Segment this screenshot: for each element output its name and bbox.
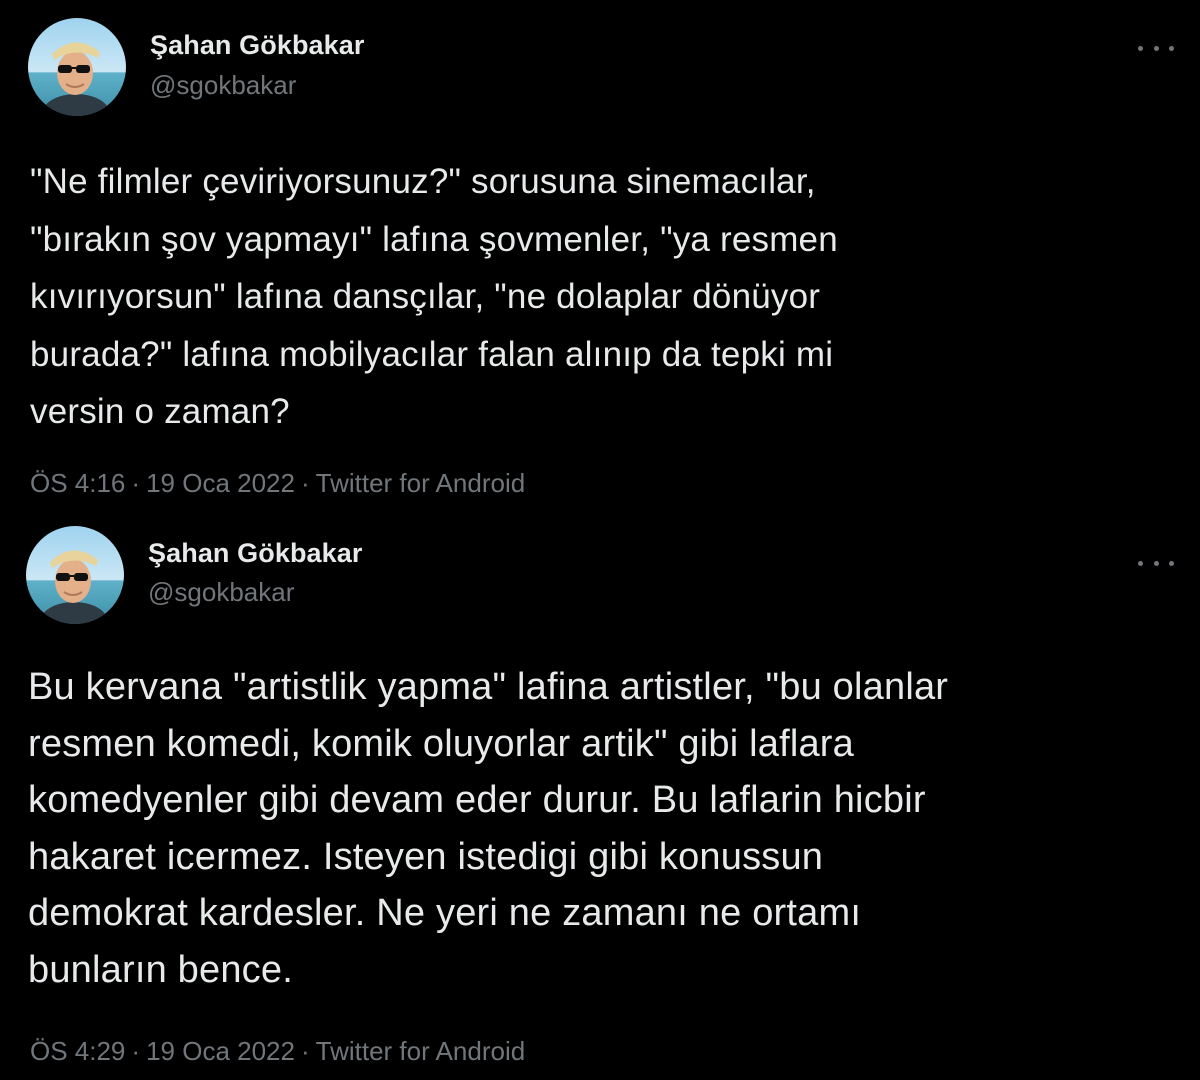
- tweet-metadata: ÖS 4:16 · 19 Oca 2022 · Twitter for Android: [30, 468, 525, 499]
- tweet-time[interactable]: ÖS 4:29: [30, 1036, 125, 1066]
- tweet[interactable]: Şahan Gökbakar @sgokbakar Bu kervana "ar…: [0, 510, 1200, 1080]
- more-options-icon: [1138, 560, 1143, 566]
- tweet[interactable]: Şahan Gökbakar @sgokbakar "Ne filmler çe…: [0, 0, 1200, 510]
- more-options-button[interactable]: [1138, 551, 1174, 575]
- avatar[interactable]: [26, 526, 124, 624]
- more-options-icon: [1169, 560, 1174, 566]
- author-handle[interactable]: @sgokbakar: [150, 70, 296, 101]
- more-options-button[interactable]: [1138, 36, 1174, 60]
- author-handle[interactable]: @sgokbakar: [148, 577, 294, 608]
- avatar[interactable]: [28, 18, 126, 116]
- separator: ·: [300, 468, 310, 498]
- tweet-date[interactable]: 19 Oca 2022: [146, 1036, 295, 1066]
- tweet-text: Bu kervana "artistlik yapma" lafina arti…: [28, 666, 949, 991]
- more-options-icon: [1169, 45, 1174, 51]
- tweet-source[interactable]: Twitter for Android: [316, 468, 526, 498]
- avatar-photo-icon: [26, 526, 124, 624]
- more-options-icon: [1138, 45, 1143, 51]
- tweet-source[interactable]: Twitter for Android: [316, 1036, 526, 1066]
- more-options-icon: [1153, 45, 1159, 51]
- author-name[interactable]: Şahan Gökbakar: [148, 538, 363, 569]
- avatar-photo-icon: [28, 18, 126, 116]
- tweet-time[interactable]: ÖS 4:16: [30, 468, 125, 498]
- separator: ·: [131, 468, 141, 498]
- tweet-metadata: ÖS 4:29 · 19 Oca 2022 · Twitter for Android: [30, 1036, 525, 1067]
- separator: ·: [131, 1036, 141, 1066]
- author-name[interactable]: Şahan Gökbakar: [150, 30, 365, 61]
- tweet-date[interactable]: 19 Oca 2022: [146, 468, 295, 498]
- tweet-text: "Ne filmler çeviriyorsunuz?" sorusuna si…: [30, 162, 838, 431]
- more-options-icon: [1153, 560, 1159, 566]
- separator: ·: [300, 1036, 310, 1066]
